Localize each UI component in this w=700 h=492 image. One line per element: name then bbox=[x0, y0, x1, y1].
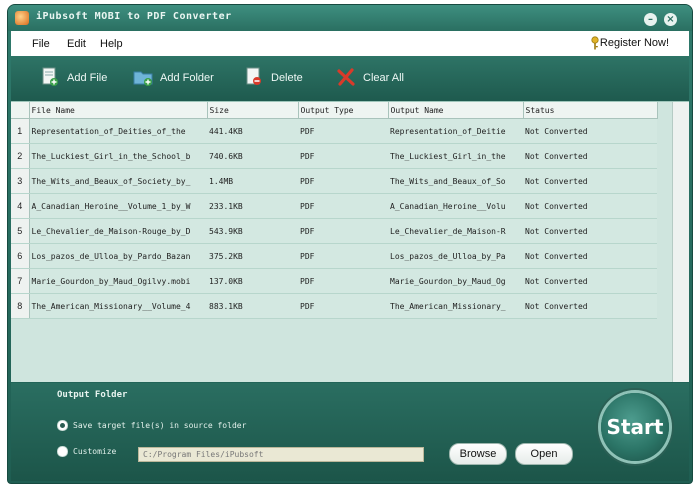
size-cell: 137.0KB bbox=[207, 268, 298, 294]
size-cell: 233.1KB bbox=[207, 193, 298, 219]
output-name-cell: The_American_Missionary_ bbox=[388, 293, 523, 319]
add-folder-label: Add Folder bbox=[160, 72, 214, 84]
status-cell: Not Converted bbox=[523, 193, 657, 219]
size-cell: 740.6KB bbox=[207, 143, 298, 169]
status-cell: Not Converted bbox=[523, 168, 657, 194]
add-file-icon bbox=[42, 67, 58, 86]
size-cell: 1.4MB bbox=[207, 168, 298, 194]
column-header-file-name[interactable]: File Name bbox=[29, 102, 208, 119]
row-number: 8 bbox=[11, 293, 30, 319]
output-path-input[interactable] bbox=[138, 447, 424, 462]
menu-bar: File Edit Help Register Now! bbox=[11, 31, 689, 56]
output-folder-label: Output Folder bbox=[57, 390, 128, 400]
file-name-cell: The_American_Missionary__Volume_4 bbox=[29, 293, 207, 319]
register-now-link[interactable]: Register Now! bbox=[600, 37, 669, 49]
clear-all-label: Clear All bbox=[363, 72, 404, 84]
row-number-header bbox=[11, 102, 30, 119]
output-type-cell[interactable]: PDF bbox=[298, 118, 388, 144]
table-row[interactable]: 4 A_Canadian_Heroine__Volume_1_by_W 233.… bbox=[11, 193, 657, 219]
status-cell: Not Converted bbox=[523, 143, 657, 169]
table-row[interactable]: 1 Representation_of_Deities_of_the 441.4… bbox=[11, 118, 657, 144]
toolbar: Add File Add Folder Delete Clear All bbox=[11, 56, 689, 101]
size-cell: 543.9KB bbox=[207, 218, 298, 244]
table-row[interactable]: 5 Le_Chevalier_de_Maison-Rouge_by_D 543.… bbox=[11, 218, 657, 244]
browse-button[interactable]: Browse bbox=[449, 443, 507, 465]
customize-radio[interactable] bbox=[57, 446, 68, 457]
output-name-cell: A_Canadian_Heroine__Volu bbox=[388, 193, 523, 219]
start-button[interactable]: Start bbox=[601, 393, 669, 461]
file-table: File Name Size Output Type Output Name S… bbox=[11, 102, 658, 319]
output-type-cell[interactable]: PDF bbox=[298, 293, 388, 319]
table-row[interactable]: 2 The_Luckiest_Girl_in_the_School_b 740.… bbox=[11, 143, 657, 169]
status-cell: Not Converted bbox=[523, 243, 657, 269]
size-cell: 375.2KB bbox=[207, 243, 298, 269]
file-table-area: File Name Size Output Type Output Name S… bbox=[11, 101, 689, 382]
menu-help[interactable]: Help bbox=[100, 38, 123, 50]
file-name-cell: Los_pazos_de_Ulloa_by_Pardo_Bazan bbox=[29, 243, 207, 269]
add-folder-icon bbox=[133, 71, 153, 86]
file-name-cell: Representation_of_Deities_of_the bbox=[29, 118, 207, 144]
column-header-size[interactable]: Size bbox=[207, 102, 299, 119]
minimize-button[interactable]: – bbox=[644, 13, 657, 26]
status-cell: Not Converted bbox=[523, 268, 657, 294]
row-number: 2 bbox=[11, 143, 30, 169]
file-name-cell: Marie_Gourdon_by_Maud_Ogilvy.mobi bbox=[29, 268, 207, 294]
table-row[interactable]: 3 The_Wits_and_Beaux_of_Society_by_ 1.4M… bbox=[11, 168, 657, 194]
red-x-icon bbox=[337, 68, 355, 86]
window-title: iPubsoft MOBI to PDF Converter bbox=[36, 11, 232, 22]
delete-file-icon bbox=[246, 67, 261, 85]
column-header-output-type[interactable]: Output Type bbox=[298, 102, 389, 119]
output-type-cell[interactable]: PDF bbox=[298, 168, 388, 194]
menu-file[interactable]: File bbox=[32, 38, 50, 50]
row-number: 3 bbox=[11, 168, 30, 194]
table-row[interactable]: 6 Los_pazos_de_Ulloa_by_Pardo_Bazan 375.… bbox=[11, 243, 657, 269]
open-button[interactable]: Open bbox=[515, 443, 573, 465]
save-in-source-label[interactable]: Save target file(s) in source folder bbox=[73, 421, 246, 430]
app-window: iPubsoft MOBI to PDF Converter – × File … bbox=[7, 4, 693, 484]
file-name-cell: A_Canadian_Heroine__Volume_1_by_W bbox=[29, 193, 207, 219]
table-row[interactable]: 7 Marie_Gourdon_by_Maud_Ogilvy.mobi 137.… bbox=[11, 268, 657, 294]
delete-label: Delete bbox=[271, 72, 303, 84]
app-logo-icon bbox=[15, 11, 29, 25]
output-type-cell[interactable]: PDF bbox=[298, 143, 388, 169]
file-name-cell: Le_Chevalier_de_Maison-Rouge_by_D bbox=[29, 218, 207, 244]
row-number: 1 bbox=[11, 118, 30, 144]
column-header-status[interactable]: Status bbox=[523, 102, 658, 119]
add-file-label: Add File bbox=[67, 72, 108, 84]
output-name-cell: The_Luckiest_Girl_in_the bbox=[388, 143, 523, 169]
size-cell: 883.1KB bbox=[207, 293, 298, 319]
status-cell: Not Converted bbox=[523, 118, 657, 144]
row-number: 4 bbox=[11, 193, 30, 219]
output-name-cell: Le_Chevalier_de_Maison-R bbox=[388, 218, 523, 244]
row-number: 6 bbox=[11, 243, 30, 269]
table-header-row: File Name Size Output Type Output Name S… bbox=[11, 102, 658, 119]
output-name-cell: The_Wits_and_Beaux_of_So bbox=[388, 168, 523, 194]
output-name-cell: Los_pazos_de_Ulloa_by_Pa bbox=[388, 243, 523, 269]
file-name-cell: The_Luckiest_Girl_in_the_School_b bbox=[29, 143, 207, 169]
size-cell: 441.4KB bbox=[207, 118, 298, 144]
status-cell: Not Converted bbox=[523, 218, 657, 244]
output-panel: Output Folder Save target file(s) in sou… bbox=[11, 383, 689, 481]
column-header-output-name[interactable]: Output Name bbox=[388, 102, 524, 119]
title-bar: iPubsoft MOBI to PDF Converter – × bbox=[8, 5, 692, 31]
vertical-scrollbar[interactable] bbox=[672, 102, 689, 382]
row-number: 5 bbox=[11, 218, 30, 244]
status-cell: Not Converted bbox=[523, 293, 657, 319]
customize-label[interactable]: Customize bbox=[73, 447, 116, 456]
menu-edit[interactable]: Edit bbox=[67, 38, 86, 50]
row-number: 7 bbox=[11, 268, 30, 294]
output-name-cell: Representation_of_Deitie bbox=[388, 118, 523, 144]
save-in-source-radio[interactable] bbox=[57, 420, 68, 431]
output-type-cell[interactable]: PDF bbox=[298, 268, 388, 294]
output-type-cell[interactable]: PDF bbox=[298, 193, 388, 219]
close-button[interactable]: × bbox=[664, 13, 677, 26]
output-type-cell[interactable]: PDF bbox=[298, 218, 388, 244]
file-name-cell: The_Wits_and_Beaux_of_Society_by_ bbox=[29, 168, 207, 194]
table-row[interactable]: 8 The_American_Missionary__Volume_4 883.… bbox=[11, 293, 657, 319]
output-type-cell[interactable]: PDF bbox=[298, 243, 388, 269]
output-name-cell: Marie_Gourdon_by_Maud_Og bbox=[388, 268, 523, 294]
